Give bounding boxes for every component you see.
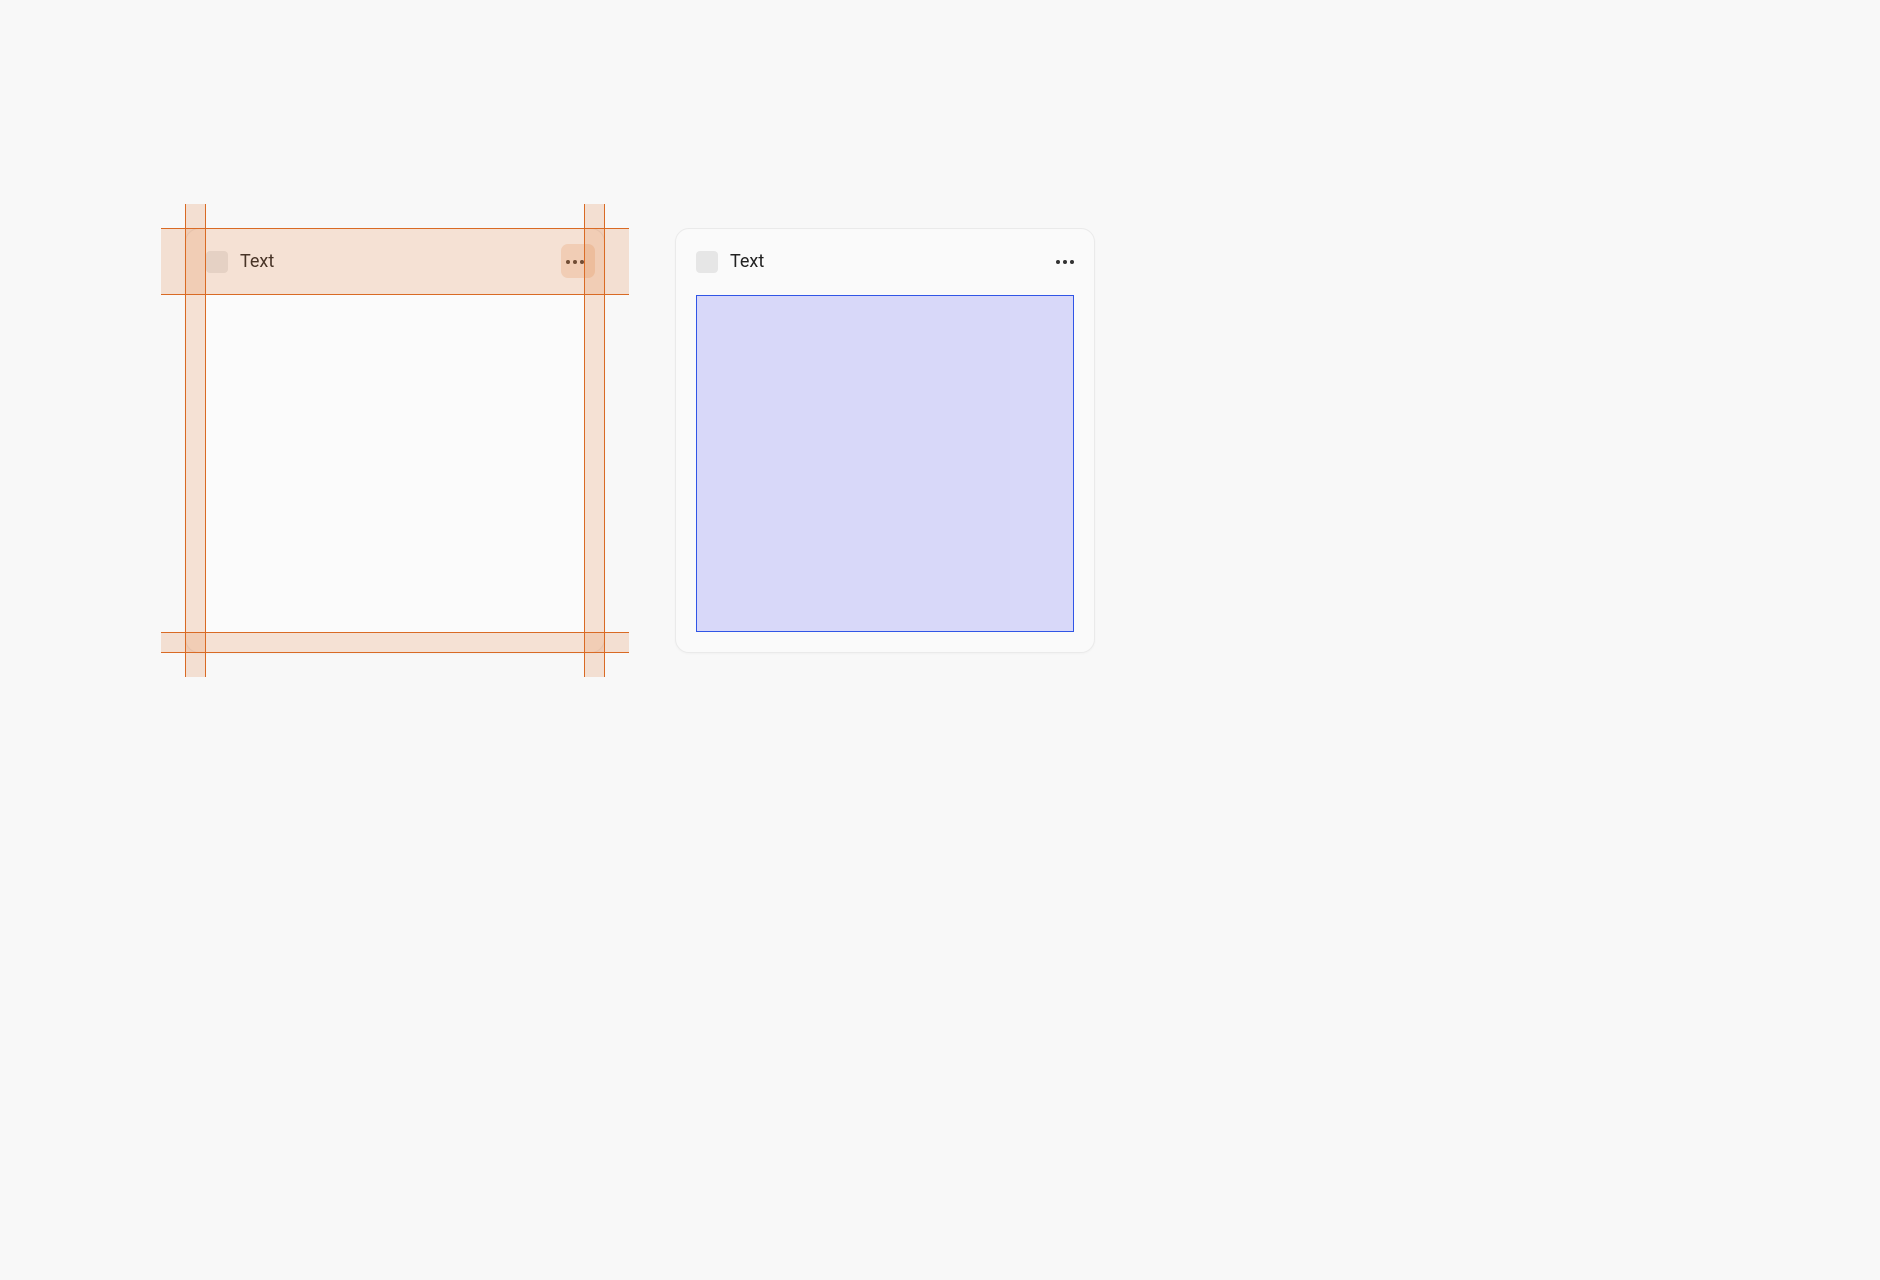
preview-card: Text [675, 228, 1095, 653]
preview-card-body-area-selected[interactable] [696, 295, 1074, 632]
spec-card-body [186, 295, 604, 652]
spec-card-body-area[interactable] [206, 295, 584, 632]
preview-card-title: Text [730, 251, 764, 272]
guide-v-right-edge [604, 204, 605, 677]
guide-v-left-pad [205, 204, 206, 677]
padding-tint-bottom [161, 633, 629, 653]
guide-h-body-bottom [161, 632, 629, 633]
guide-v-right-pad [584, 204, 585, 677]
guide-h-bottom-edge [161, 652, 629, 653]
preview-card-body [676, 295, 1094, 652]
padding-tint-header [161, 228, 629, 294]
card-icon-placeholder [696, 251, 718, 273]
guide-v-left-edge [185, 204, 186, 677]
more-horizontal-icon[interactable] [1056, 260, 1074, 264]
guide-h-top-edge [161, 228, 629, 229]
guide-h-head-bottom [161, 294, 629, 295]
spec-card-wrapper: Text [185, 228, 605, 653]
preview-card-header: Text [676, 229, 1094, 295]
